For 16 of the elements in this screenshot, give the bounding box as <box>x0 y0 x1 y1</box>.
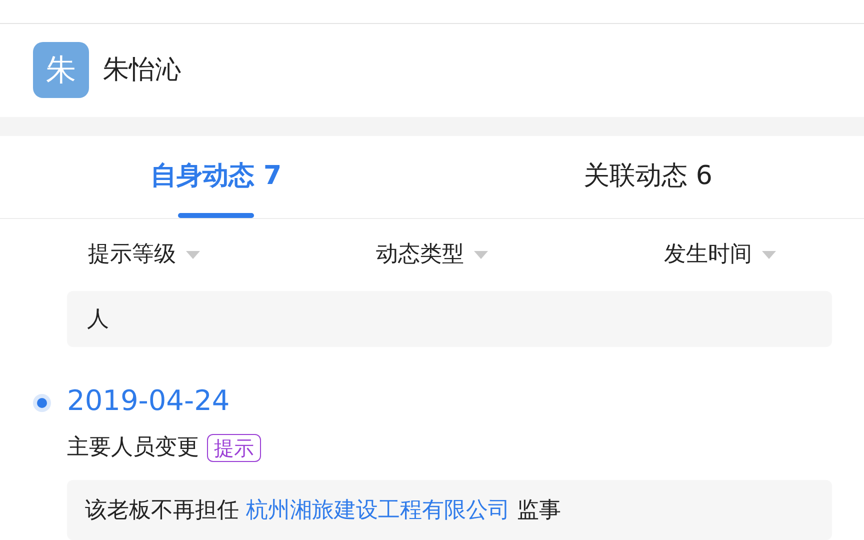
company-link[interactable]: 杭州湘旅建设工程有限公司 <box>246 498 510 523</box>
event-detail: 该老板不再担任 杭州湘旅建设工程有限公司 监事 <box>85 497 562 525</box>
event-date: 2019-04-24 <box>67 383 231 419</box>
event-title: 主要人员变更 <box>67 434 199 462</box>
person-name: 朱怡沁 <box>103 54 181 87</box>
card-text: 人 <box>87 306 109 334</box>
filter-dropdown[interactable]: 动态类型 <box>376 238 488 272</box>
tab[interactable]: 关联动态 6 <box>432 136 864 218</box>
caret-icon <box>186 250 200 259</box>
caret-icon <box>474 250 488 259</box>
caret-icon <box>762 250 776 259</box>
filter-dropdown[interactable]: 发生时间 <box>664 238 776 272</box>
level-tag: 提示 <box>207 434 261 462</box>
tab[interactable]: 自身动态 7 <box>0 136 432 218</box>
filter-dropdown[interactable]: 提示等级 <box>88 238 200 272</box>
avatar: 朱 <box>33 42 89 98</box>
